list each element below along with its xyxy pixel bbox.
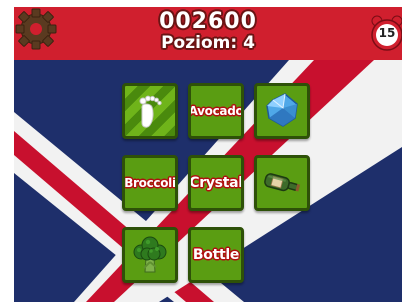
score-display: 002600: [159, 9, 257, 34]
tile-label: Crystal: [189, 175, 243, 191]
tile-bottle[interactable]: [254, 155, 310, 211]
tile-word-bottle[interactable]: Bottle: [188, 227, 244, 283]
tile-word-avocado[interactable]: Avocado: [188, 83, 244, 139]
timer-clock: 15: [370, 13, 402, 53]
tile-crystal[interactable]: [254, 83, 310, 139]
tile-word-broccoli[interactable]: Broccoli: [122, 155, 178, 211]
crystal-icon: [266, 93, 298, 127]
tile-word-crystal[interactable]: Crystal: [188, 155, 244, 211]
footprint-icon: [139, 95, 162, 128]
tile-broccoli[interactable]: [122, 227, 178, 283]
tile-footprint[interactable]: [122, 83, 178, 139]
game-screen: 002600 Poziom: 4 15 Avocado Broccoli Cry…: [14, 7, 402, 302]
level-display: Poziom: 4: [161, 33, 255, 53]
timer-value: 15: [378, 26, 396, 40]
tile-label: Bottle: [192, 247, 240, 263]
bottle-icon: [264, 173, 301, 192]
tile-label: Avocado: [188, 104, 244, 118]
broccoli-icon: [133, 236, 167, 273]
tile-label: Broccoli: [124, 176, 176, 190]
